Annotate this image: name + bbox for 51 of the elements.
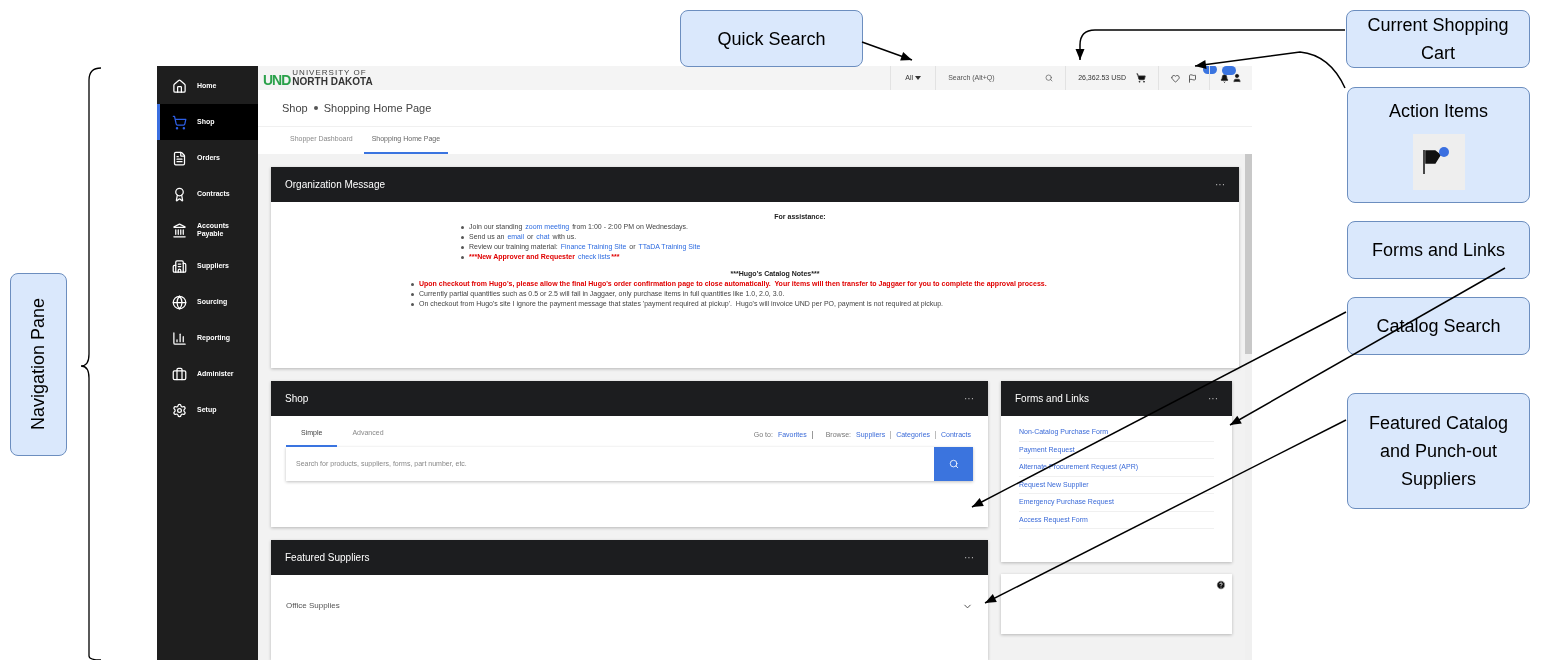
document-icon [172,150,187,166]
panel-title: Forms and Links [1015,392,1089,406]
bar-chart-icon [172,330,187,346]
caret-icon [915,76,922,80]
logo-name: NORTH DAKOTA [292,77,373,87]
help-icon[interactable] [1216,580,1226,590]
search-icon [948,458,959,469]
breadcrumb-link[interactable]: Shop [282,99,308,117]
building-icon [172,258,187,274]
award-icon [172,186,187,202]
flag-icon [1412,134,1465,190]
panel-menu[interactable]: ··· [964,391,974,406]
bullet-icon [411,302,414,306]
search-button[interactable] [934,446,973,481]
briefcase-icon [172,366,187,382]
home-icon [172,78,187,94]
bullet-icon [461,235,464,239]
bullet-icon [411,292,414,296]
panel-menu[interactable]: ··· [1208,391,1218,406]
panel-title: Featured Suppliers [285,551,370,565]
callout-label: Quick Search [680,10,863,67]
bullet-icon [461,225,464,229]
globe-icon [172,294,187,310]
callout-label: Navigation Pane [10,273,67,456]
flag-icon[interactable] [1188,73,1197,83]
supplier-section-row[interactable]: Office Supplies [271,575,988,637]
user-icon[interactable] [1232,73,1242,83]
bullet-icon [411,282,414,286]
callout-label: Featured Catalog and Punch-out Suppliers [1347,393,1530,509]
settings-icon [172,402,187,418]
panel-title: Organization Message [285,178,386,192]
annotation-arrow [861,41,913,61]
logo-mark: UND [263,73,291,87]
callout-label: Action Items [1388,100,1488,122]
bank-icon [172,222,187,238]
logo-subtitle: UNIVERSITY OF [292,69,368,77]
favorites-icon[interactable] [1171,73,1180,83]
callout-label: Forms and Links [1347,221,1530,279]
bell-icon[interactable] [1220,73,1229,83]
cart-icon [1136,73,1146,83]
cart-icon [172,114,187,130]
callout-label: Current Shopping Cart [1346,10,1530,68]
search-icon [1045,74,1054,82]
bullet-icon [461,255,464,259]
panel-menu[interactable]: ··· [1215,177,1225,192]
notification-badge [1222,66,1236,75]
bullet-icon [461,245,464,249]
panel-title: Shop [285,392,309,406]
panel-menu[interactable]: ··· [964,550,974,565]
breadcrumb-current: Shopping Home Page [323,100,432,116]
breadcrumb-separator [313,106,318,110]
